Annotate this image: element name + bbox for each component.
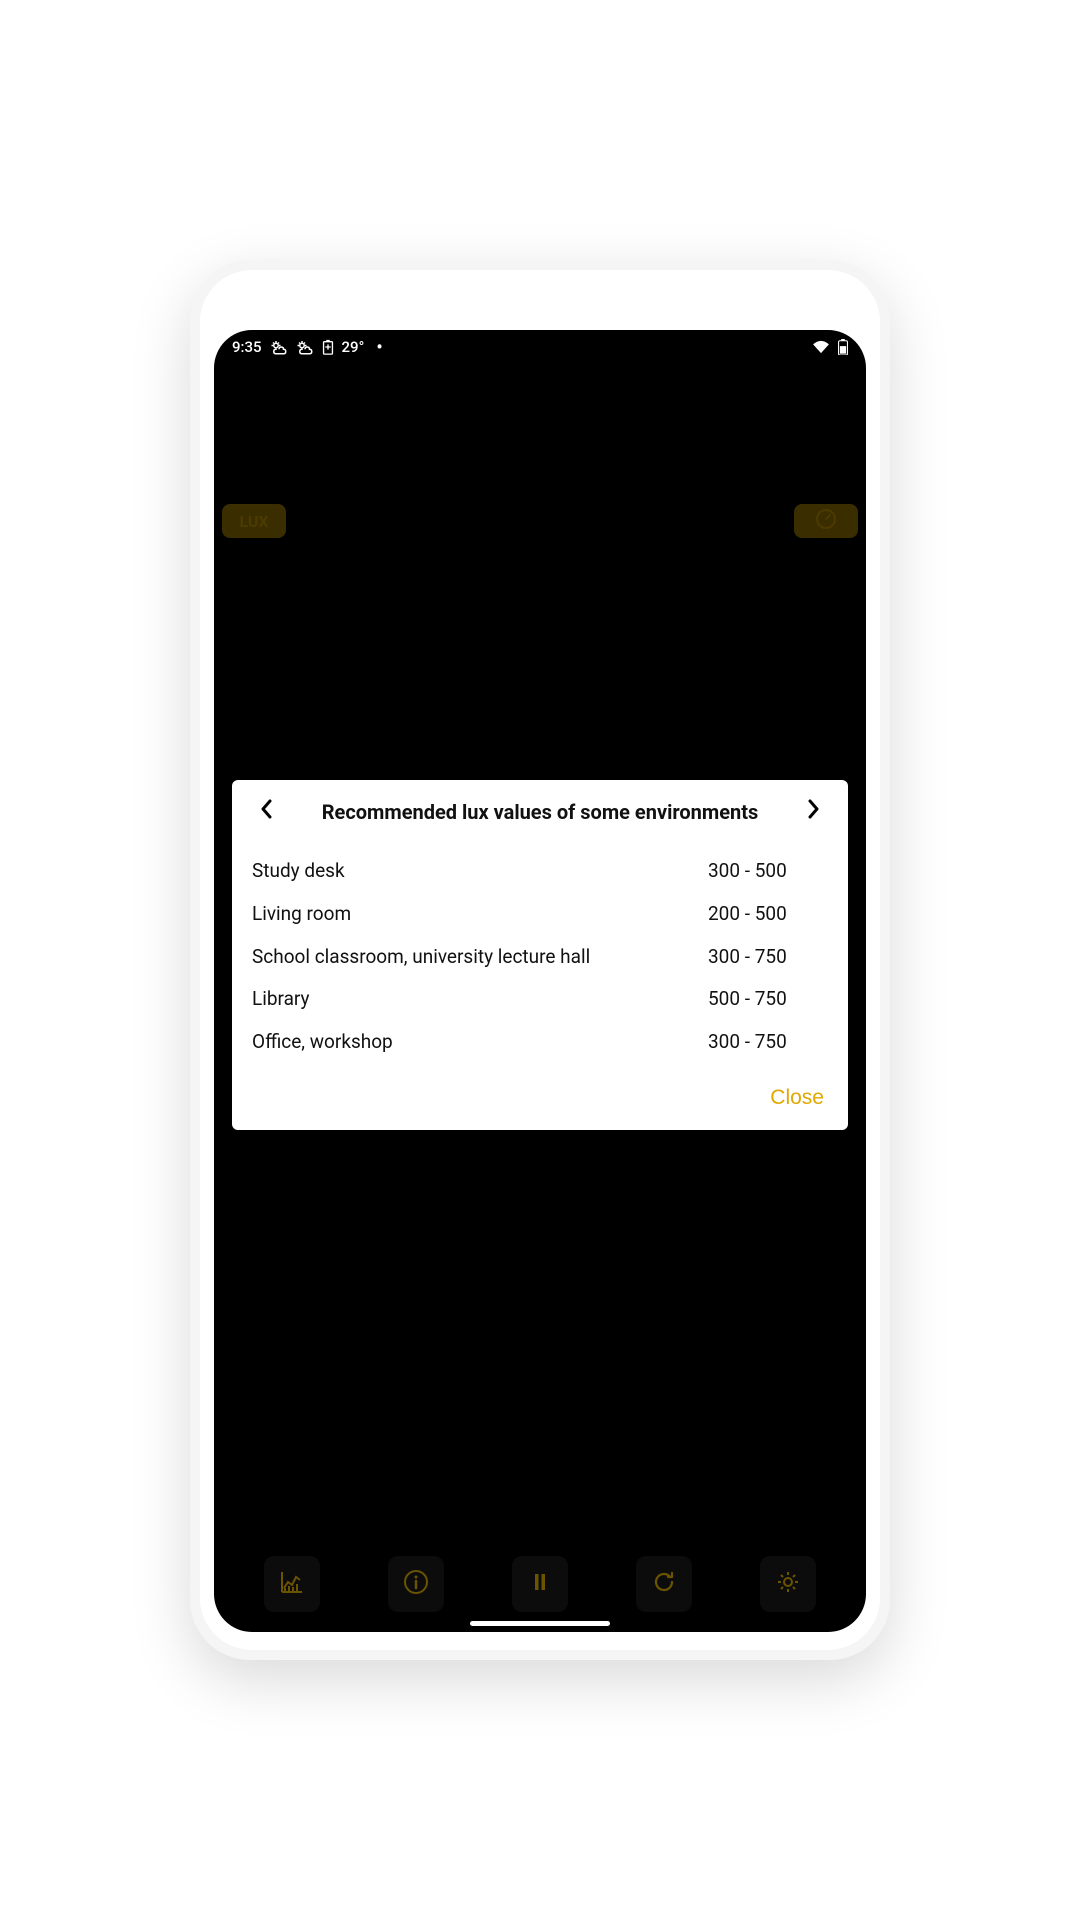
env-name: Study desk [252, 859, 708, 884]
status-temperature: 29° [342, 338, 365, 356]
table-row: Library 500 - 750 [252, 978, 828, 1021]
refresh-icon [650, 1568, 678, 1600]
lux-info-modal: Recommended lux values of some environme… [232, 780, 848, 1129]
modal-prev-button[interactable] [252, 798, 280, 826]
weather-icon [270, 339, 288, 355]
env-value: 500 - 750 [708, 987, 828, 1012]
info-button[interactable] [388, 1556, 444, 1612]
info-icon [402, 1568, 430, 1600]
status-bar-left: 9:35 29° • [232, 337, 383, 358]
chevron-right-icon [807, 799, 821, 825]
battery-icon [838, 339, 848, 355]
env-name: Living room [252, 902, 708, 927]
env-value: 200 - 500 [708, 902, 828, 927]
table-row: School classroom, university lecture hal… [252, 936, 828, 979]
env-name: Library [252, 987, 708, 1012]
table-row: Study desk 300 - 500 [252, 850, 828, 893]
app-body: LUX [214, 364, 866, 1546]
modal-overlay: Recommended lux values of some environme… [214, 364, 866, 1546]
status-bar-right [812, 339, 848, 355]
table-row: Living room 200 - 500 [252, 893, 828, 936]
env-name: Office, workshop [252, 1030, 708, 1055]
weather-icon [296, 339, 314, 355]
pause-button[interactable] [512, 1556, 568, 1612]
modal-header: Recommended lux values of some environme… [252, 798, 828, 826]
home-indicator[interactable] [470, 1621, 610, 1626]
pause-icon [526, 1568, 554, 1600]
phone-bezel: 9:35 29° • [200, 270, 880, 1650]
refresh-button[interactable] [636, 1556, 692, 1612]
status-bar: 9:35 29° • [214, 330, 866, 364]
env-value: 300 - 750 [708, 945, 828, 970]
table-row: Office, workshop 300 - 750 [252, 1021, 828, 1064]
phone-frame: 9:35 29° • [190, 260, 890, 1660]
chart-button[interactable] [264, 1556, 320, 1612]
modal-title: Recommended lux values of some environme… [280, 799, 800, 825]
status-time: 9:35 [232, 338, 262, 356]
lux-table: Study desk 300 - 500 Living room 200 - 5… [252, 850, 828, 1063]
status-dot: • [376, 337, 382, 358]
env-value: 300 - 750 [708, 1030, 828, 1055]
battery-saver-icon [322, 339, 334, 355]
close-button[interactable]: Close [766, 1080, 828, 1116]
settings-button[interactable] [760, 1556, 816, 1612]
env-value: 300 - 500 [708, 859, 828, 884]
modal-next-button[interactable] [800, 798, 828, 826]
chart-icon [278, 1568, 306, 1600]
modal-footer: Close [252, 1080, 828, 1116]
chevron-left-icon [259, 799, 273, 825]
screen: 9:35 29° • [214, 330, 866, 1632]
bottom-nav [214, 1546, 866, 1632]
wifi-icon [812, 340, 830, 354]
env-name: School classroom, university lecture hal… [252, 945, 708, 970]
gear-icon [774, 1568, 802, 1600]
